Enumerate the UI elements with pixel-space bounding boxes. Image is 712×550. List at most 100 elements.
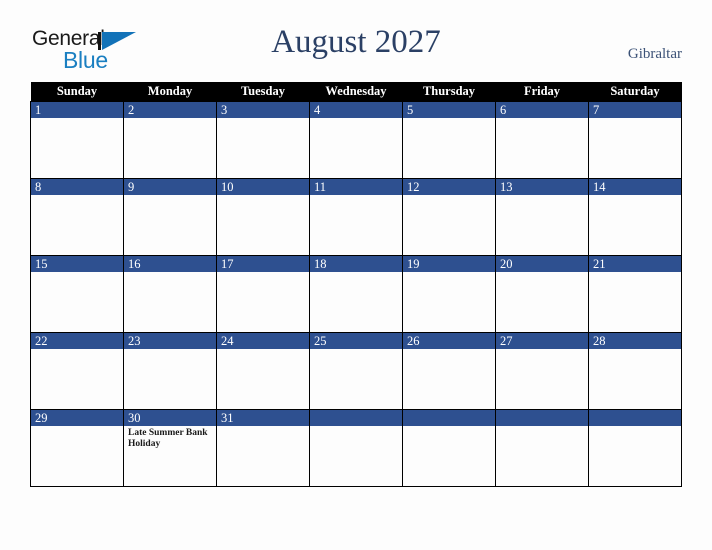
calendar-day-cell[interactable]: 12 <box>402 178 496 256</box>
day-events <box>310 426 402 428</box>
day-events <box>124 195 216 197</box>
calendar-day-cell[interactable]: 19 <box>402 255 496 333</box>
country-label: Gibraltar <box>627 46 682 62</box>
calendar-day-cell[interactable]: 14 <box>588 178 682 256</box>
day-number: 26 <box>403 333 495 349</box>
day-events <box>310 349 402 351</box>
day-events <box>217 195 309 197</box>
day-events <box>403 195 495 197</box>
calendar-day-cell[interactable]: 8 <box>30 178 124 256</box>
calendar-week-row: 22 23 24 25 26 27 28 <box>30 332 682 410</box>
day-events <box>217 272 309 274</box>
day-events <box>124 272 216 274</box>
day-number: 21 <box>589 256 681 272</box>
page-title: August 2027 <box>271 24 441 60</box>
day-events <box>589 195 681 197</box>
day-events <box>31 349 123 351</box>
calendar-page: General Blue August 2027 Gibraltar Sunda… <box>0 0 712 550</box>
calendar-week-row: 1234567 <box>30 101 682 179</box>
day-number: 4 <box>310 102 402 118</box>
calendar-day-cell[interactable]: 11 <box>309 178 403 256</box>
day-events <box>31 118 123 120</box>
day-events <box>310 195 402 197</box>
calendar-day-cell[interactable]: 30 Late Summer Bank Holiday <box>123 409 217 487</box>
calendar-day-cell[interactable]: 25 <box>309 332 403 410</box>
calendar-day-cell[interactable]: 21 <box>588 255 682 333</box>
day-events <box>217 349 309 351</box>
calendar-day-cell[interactable]: 15 <box>30 255 124 333</box>
day-number: 31 <box>217 410 309 426</box>
day-events <box>403 426 495 428</box>
calendar-day-cell[interactable]: 3 <box>216 101 310 179</box>
calendar-day-cell[interactable] <box>588 409 682 487</box>
day-events <box>403 272 495 274</box>
day-number: 27 <box>496 333 588 349</box>
day-events <box>496 195 588 197</box>
day-number: 22 <box>31 333 123 349</box>
day-events <box>496 349 588 351</box>
day-number: 17 <box>217 256 309 272</box>
day-number: 30 <box>124 410 216 426</box>
day-number: 15 <box>31 256 123 272</box>
calendar-day-cell[interactable]: 31 <box>216 409 310 487</box>
day-number: 25 <box>310 333 402 349</box>
calendar-day-cell[interactable] <box>402 409 496 487</box>
day-events <box>310 272 402 274</box>
calendar-day-cell[interactable]: 7 <box>588 101 682 179</box>
calendar-day-cell[interactable]: 2 <box>123 101 217 179</box>
calendar-week-row: 15 16 17 18 19 20 21 <box>30 255 682 333</box>
day-number: 3 <box>217 102 309 118</box>
day-events <box>217 118 309 120</box>
day-number: 8 <box>31 179 123 195</box>
day-events <box>496 272 588 274</box>
calendar-day-cell[interactable]: 24 <box>216 332 310 410</box>
calendar-day-cell[interactable]: 10 <box>216 178 310 256</box>
calendar-day-cell[interactable]: 4 <box>309 101 403 179</box>
calendar-day-cell[interactable]: 18 <box>309 255 403 333</box>
calendar-day-cell[interactable] <box>309 409 403 487</box>
calendar-day-cell[interactable]: 1 <box>30 101 124 179</box>
calendar-day-cell[interactable]: 13 <box>495 178 589 256</box>
weekday-header-monday: Monday <box>123 82 217 102</box>
calendar-day-cell[interactable] <box>495 409 589 487</box>
weekday-header-tuesday: Tuesday <box>216 82 310 102</box>
calendar-day-cell[interactable]: 6 <box>495 101 589 179</box>
day-number: 20 <box>496 256 588 272</box>
calendar-day-cell[interactable]: 28 <box>588 332 682 410</box>
calendar-day-cell[interactable]: 27 <box>495 332 589 410</box>
calendar-week-row: 29 30 Late Summer Bank Holiday 31 <box>30 409 682 487</box>
calendar-day-cell[interactable]: 16 <box>123 255 217 333</box>
day-number: 11 <box>310 179 402 195</box>
day-events <box>31 426 123 428</box>
day-number: 28 <box>589 333 681 349</box>
day-number <box>310 410 402 426</box>
day-number: 7 <box>589 102 681 118</box>
weekday-header-wednesday: Wednesday <box>309 82 403 102</box>
day-events <box>31 272 123 274</box>
calendar-day-cell[interactable]: 9 <box>123 178 217 256</box>
day-number: 9 <box>124 179 216 195</box>
day-events <box>589 426 681 428</box>
calendar-body: 1 2 3 4 5 6 7 8 9 10 11 12 13 14 15 16 17 18 19 20 21 22 23 24 2… <box>30 101 682 487</box>
day-number: 6 <box>496 102 588 118</box>
weekday-header-thursday: Thursday <box>402 82 496 102</box>
weekday-header-sunday: Sunday <box>30 82 124 102</box>
day-events <box>589 272 681 274</box>
calendar-day-cell[interactable]: 20 <box>495 255 589 333</box>
day-number: 23 <box>124 333 216 349</box>
calendar-day-cell[interactable]: 22 <box>30 332 124 410</box>
day-events <box>124 118 216 120</box>
calendar-day-cell[interactable]: 26 <box>402 332 496 410</box>
calendar-day-cell[interactable]: 23 <box>123 332 217 410</box>
calendar-day-cell[interactable]: 17 <box>216 255 310 333</box>
calendar-day-cell[interactable]: 29 <box>30 409 124 487</box>
calendar-week-row: 8 9 10 11 12 13 14 <box>30 178 682 256</box>
weekday-header-friday: Friday <box>495 82 589 102</box>
weekday-header-row: Sunday Monday Tuesday Wednesday Thursday… <box>30 82 682 102</box>
month-calendar-table: Sunday Monday Tuesday Wednesday Thursday… <box>30 82 682 487</box>
calendar-day-cell[interactable]: 5 <box>402 101 496 179</box>
day-events <box>310 118 402 120</box>
day-number: 12 <box>403 179 495 195</box>
day-number: 19 <box>403 256 495 272</box>
day-number: 2 <box>124 102 216 118</box>
